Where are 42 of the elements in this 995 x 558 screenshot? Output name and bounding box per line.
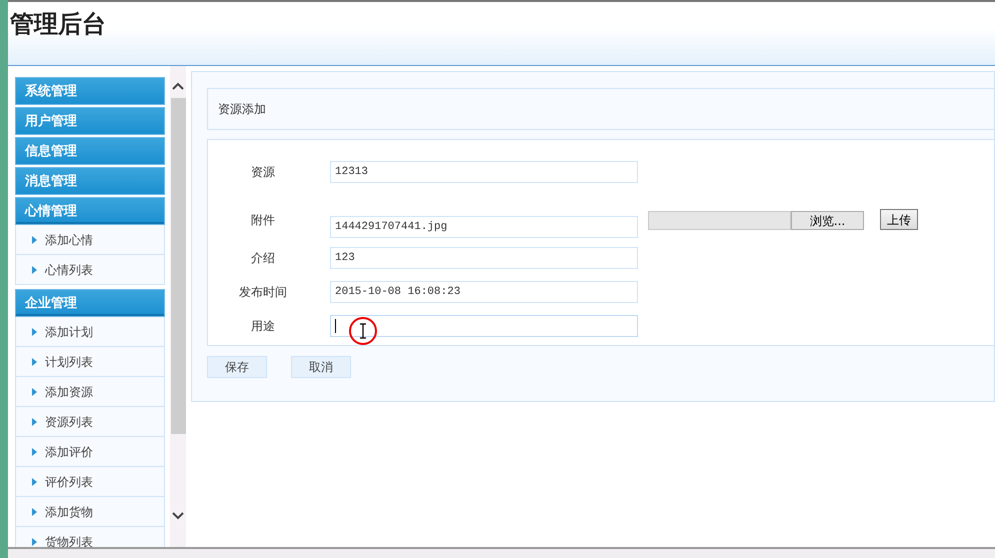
browse-button[interactable]: 浏览...	[791, 211, 864, 230]
menu-item[interactable]: 添加心情	[16, 225, 164, 255]
text-caret	[335, 319, 336, 333]
input-field[interactable]: 1444291707441.jpg	[330, 216, 638, 238]
triangle-icon	[32, 328, 37, 336]
field-label: 资源	[250, 164, 276, 181]
menu-item[interactable]: 计划列表	[16, 347, 164, 377]
field-label: 用途	[250, 318, 276, 335]
input-field[interactable]: 2015-10-08 16:08:23	[330, 281, 638, 303]
menu-item[interactable]: 添加评价	[16, 437, 164, 467]
triangle-icon	[32, 538, 37, 546]
triangle-icon	[32, 448, 37, 456]
app-title: 管理后台	[10, 12, 106, 36]
scrollbar-thumb[interactable]	[170, 98, 186, 434]
field-label: 发布时间	[238, 284, 288, 301]
triangle-icon	[32, 266, 37, 274]
menu-item[interactable]: 心情列表	[16, 255, 164, 285]
cursor-highlight-icon	[348, 316, 378, 346]
file-path-field[interactable]	[648, 211, 791, 230]
form-button[interactable]: 保存	[207, 356, 267, 378]
input-field[interactable]: 123	[330, 247, 638, 269]
upload-button[interactable]: 上传	[880, 209, 918, 230]
menu-item[interactable]: 添加资源	[16, 377, 164, 407]
triangle-icon	[32, 418, 37, 426]
form-title: 资源添加	[218, 101, 266, 118]
scrollbar[interactable]	[170, 66, 186, 547]
menu-item[interactable]: 资源列表	[16, 407, 164, 437]
menu-item[interactable]: 添加货物	[16, 497, 164, 527]
triangle-icon	[32, 236, 37, 244]
scroll-down-icon[interactable]	[172, 512, 184, 520]
field-label: 附件	[250, 212, 276, 229]
triangle-icon	[32, 358, 37, 366]
input-field[interactable]	[330, 315, 638, 337]
triangle-icon	[32, 478, 37, 486]
triangle-icon	[32, 388, 37, 396]
menu-item[interactable]: 评价列表	[16, 467, 164, 497]
triangle-icon	[32, 508, 37, 516]
input-field[interactable]: 12313	[330, 161, 638, 183]
field-label: 介绍	[250, 250, 276, 267]
menu-item[interactable]: 添加计划	[16, 317, 164, 347]
scroll-up-icon[interactable]	[172, 82, 184, 90]
form-button[interactable]: 取消	[291, 356, 351, 378]
